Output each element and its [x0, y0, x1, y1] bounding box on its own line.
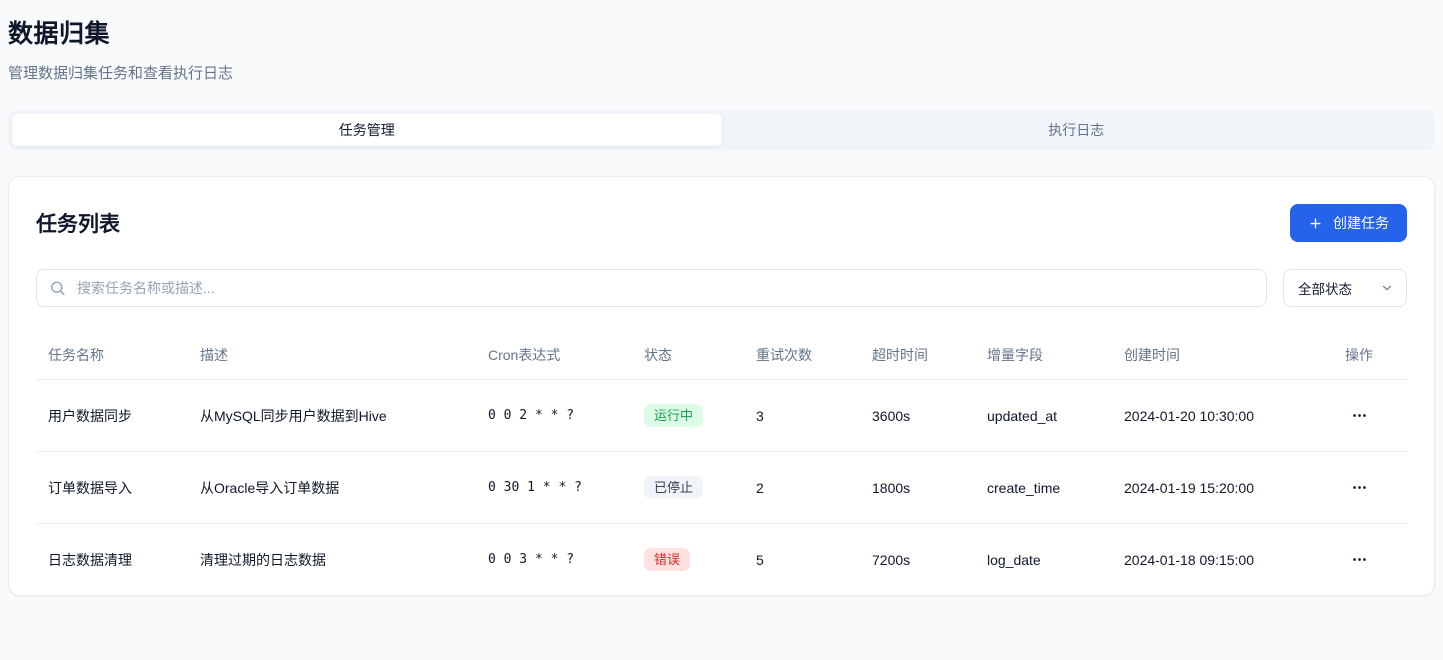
created-at-cell: 2024-01-20 10:30:00 — [1112, 380, 1333, 452]
status-filter-value: 全部状态 — [1298, 278, 1352, 298]
status-filter-select[interactable]: 全部状态 — [1283, 269, 1407, 307]
more-horizontal-icon — [1351, 479, 1368, 496]
row-actions-button[interactable] — [1345, 403, 1374, 428]
task-list-card: 任务列表 创建任务 — [8, 176, 1435, 596]
status-badge: 已停止 — [644, 476, 703, 499]
status-badge: 错误 — [644, 548, 690, 571]
chevron-down-icon — [1380, 281, 1394, 295]
timeout-cell: 3600s — [860, 380, 975, 452]
incremental-field-cell: updated_at — [975, 380, 1112, 452]
column-header-timeout: 超时时间 — [860, 325, 975, 380]
search-icon — [49, 280, 66, 297]
cron-expression-cell: 0 0 2 * * ? — [476, 380, 632, 452]
actions-cell — [1333, 380, 1407, 452]
filter-controls: 全部状态 — [36, 269, 1407, 307]
cron-expression-cell: 0 30 1 * * ? — [476, 452, 632, 524]
created-at-cell: 2024-01-19 15:20:00 — [1112, 452, 1333, 524]
status-cell: 错误 — [632, 524, 744, 596]
column-header-cron: Cron表达式 — [476, 325, 632, 380]
task-table: 任务名称 描述 Cron表达式 状态 重试次数 超时时间 增量字段 创建时间 操… — [36, 325, 1407, 595]
task-description-cell: 清理过期的日志数据 — [188, 524, 476, 596]
column-header-actions: 操作 — [1333, 325, 1407, 380]
incremental-field-cell: log_date — [975, 524, 1112, 596]
actions-cell — [1333, 452, 1407, 524]
cron-expression-cell: 0 0 3 * * ? — [476, 524, 632, 596]
search-input[interactable] — [36, 269, 1267, 307]
task-description-cell: 从MySQL同步用户数据到Hive — [188, 380, 476, 452]
column-header-retries: 重试次数 — [744, 325, 860, 380]
search-field-wrapper — [36, 269, 1267, 307]
retry-count-cell: 3 — [744, 380, 860, 452]
task-description-cell: 从Oracle导入订单数据 — [188, 452, 476, 524]
status-cell: 已停止 — [632, 452, 744, 524]
timeout-cell: 1800s — [860, 452, 975, 524]
create-task-button-label: 创建任务 — [1333, 213, 1389, 233]
column-header-name: 任务名称 — [36, 325, 188, 380]
status-cell: 运行中 — [632, 380, 744, 452]
card-header: 任务列表 创建任务 — [36, 204, 1407, 242]
page: 数据归集 管理数据归集任务和查看执行日志 任务管理 执行日志 任务列表 创建任务 — [0, 0, 1443, 596]
task-table-body: 用户数据同步 从MySQL同步用户数据到Hive 0 0 2 * * ? 运行中… — [36, 380, 1407, 596]
task-name-cell: 订单数据导入 — [36, 452, 188, 524]
tab-task-management[interactable]: 任务管理 — [12, 114, 722, 146]
column-header-incremental-field: 增量字段 — [975, 325, 1112, 380]
task-table-header: 任务名称 描述 Cron表达式 状态 重试次数 超时时间 增量字段 创建时间 操… — [36, 325, 1407, 380]
timeout-cell: 7200s — [860, 524, 975, 596]
retry-count-cell: 5 — [744, 524, 860, 596]
table-row: 用户数据同步 从MySQL同步用户数据到Hive 0 0 2 * * ? 运行中… — [36, 380, 1407, 452]
page-subtitle: 管理数据归集任务和查看执行日志 — [8, 62, 1435, 83]
tab-bar: 任务管理 执行日志 — [8, 110, 1435, 150]
column-header-status: 状态 — [632, 325, 744, 380]
more-horizontal-icon — [1351, 407, 1368, 424]
tab-execution-logs[interactable]: 执行日志 — [722, 114, 1432, 146]
actions-cell — [1333, 524, 1407, 596]
column-header-created-at: 创建时间 — [1112, 325, 1333, 380]
row-actions-button[interactable] — [1345, 547, 1374, 572]
table-row: 订单数据导入 从Oracle导入订单数据 0 30 1 * * ? 已停止 2 … — [36, 452, 1407, 524]
task-list-title: 任务列表 — [36, 208, 120, 238]
more-horizontal-icon — [1351, 551, 1368, 568]
column-header-description: 描述 — [188, 325, 476, 380]
plus-icon — [1308, 216, 1323, 231]
created-at-cell: 2024-01-18 09:15:00 — [1112, 524, 1333, 596]
retry-count-cell: 2 — [744, 452, 860, 524]
incremental-field-cell: create_time — [975, 452, 1112, 524]
task-name-cell: 用户数据同步 — [36, 380, 188, 452]
page-title: 数据归集 — [8, 14, 1435, 50]
table-row: 日志数据清理 清理过期的日志数据 0 0 3 * * ? 错误 5 7200s … — [36, 524, 1407, 596]
create-task-button[interactable]: 创建任务 — [1290, 204, 1407, 242]
row-actions-button[interactable] — [1345, 475, 1374, 500]
status-badge: 运行中 — [644, 404, 703, 427]
task-name-cell: 日志数据清理 — [36, 524, 188, 596]
